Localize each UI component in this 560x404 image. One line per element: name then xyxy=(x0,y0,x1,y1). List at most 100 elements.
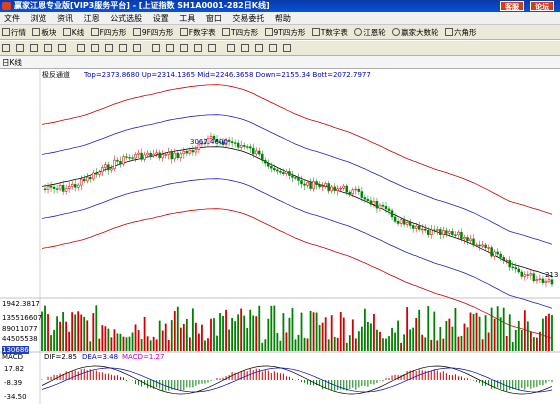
candle-body xyxy=(119,160,122,165)
square-icon xyxy=(264,28,273,36)
square-tool-icon[interactable] xyxy=(225,41,238,55)
circle-tool-icon[interactable] xyxy=(239,41,252,55)
candle-body xyxy=(330,186,333,192)
fib-tool-icon[interactable] xyxy=(103,41,116,55)
ray-tool-icon[interactable] xyxy=(42,41,55,55)
candle-body xyxy=(348,191,352,195)
volume-bar xyxy=(110,337,113,351)
delete-tool-icon[interactable] xyxy=(281,41,294,55)
hexagon-button[interactable]: 六角形 xyxy=(443,25,479,39)
candle-body xyxy=(402,219,406,225)
volume-bar xyxy=(354,338,357,351)
ellipse-tool-icon[interactable] xyxy=(75,41,88,55)
candle-body xyxy=(318,184,321,188)
volume-bar xyxy=(71,312,74,351)
zoom-out-tool-icon[interactable] xyxy=(164,41,177,55)
volume-bar xyxy=(216,335,218,351)
customer-service-button[interactable]: 客服 xyxy=(500,1,524,11)
volume-bar xyxy=(86,320,89,351)
menu-tools[interactable]: 工具 xyxy=(175,12,199,25)
f-square-button[interactable]: F四方形 xyxy=(89,25,129,39)
macd-dea: DEA=3.48 xyxy=(82,353,119,361)
big-number-wheel-button[interactable]: 赢家大数轮 xyxy=(390,25,441,39)
chart-area[interactable]: 10-30 01-27 02-25 03-25 04-27 05-25 06-22 07-19… xyxy=(0,69,560,404)
volume-bar xyxy=(415,318,418,351)
candle-body xyxy=(439,229,442,235)
candle-body xyxy=(131,157,134,159)
volume-bar xyxy=(282,313,285,351)
volume-bar xyxy=(161,330,164,351)
menu-trade[interactable]: 交易委托 xyxy=(228,12,268,25)
candle-body xyxy=(511,266,515,269)
candle-body xyxy=(306,182,309,186)
candle-body xyxy=(408,222,412,226)
volume-bar xyxy=(152,336,155,351)
menu-window[interactable]: 窗口 xyxy=(202,12,226,25)
menu-formula[interactable]: 公式选股 xyxy=(106,12,146,25)
volume-axis-3: 44505538 xyxy=(2,335,38,343)
candle-body xyxy=(297,177,300,181)
volume-bar xyxy=(222,315,224,351)
candle-body xyxy=(351,189,355,195)
t-square-button[interactable]: T四方形 xyxy=(220,25,260,39)
volume-bar xyxy=(460,335,463,351)
candle-body xyxy=(384,206,388,210)
quotes-button[interactable]: 行情 xyxy=(0,25,28,39)
volume-bar xyxy=(333,336,336,351)
candle-body xyxy=(107,164,110,171)
angle-tool-icon[interactable] xyxy=(206,41,219,55)
candle-body xyxy=(179,153,183,159)
volume-bar xyxy=(517,320,520,351)
arrow-tool-icon[interactable] xyxy=(0,41,13,55)
volume-bar xyxy=(330,315,333,351)
rect-tool-icon[interactable] xyxy=(56,41,69,55)
f-number-table-button[interactable]: F数字表 xyxy=(178,25,218,39)
menu-settings[interactable]: 设置 xyxy=(149,12,173,25)
menu-info[interactable]: 资讯 xyxy=(53,12,77,25)
square-icon xyxy=(90,28,99,36)
volume-bar xyxy=(321,322,324,351)
candle-body xyxy=(481,244,484,247)
gann-wheel-button[interactable]: 江恩轮 xyxy=(352,25,388,39)
text-tool-icon[interactable] xyxy=(117,41,130,55)
volume-bar xyxy=(502,307,505,351)
candle-body xyxy=(146,152,149,156)
menu-help[interactable]: 帮助 xyxy=(271,12,295,25)
volume-bar xyxy=(336,337,339,351)
cross-tool-icon[interactable] xyxy=(131,41,144,55)
candle-body xyxy=(472,238,475,246)
volume-bar xyxy=(508,314,511,351)
cycle-tool-icon[interactable] xyxy=(267,41,280,55)
candle-body xyxy=(167,152,170,155)
volume-bar xyxy=(210,318,212,351)
menu-file[interactable]: 文件 xyxy=(0,12,24,25)
menu-gann[interactable]: 江恩 xyxy=(80,12,104,25)
volume-bar xyxy=(225,309,227,351)
macd-name: MACD xyxy=(2,353,23,361)
menu-browse[interactable]: 浏览 xyxy=(27,12,51,25)
sector-button[interactable]: 板块 xyxy=(30,25,58,39)
volume-bar xyxy=(551,315,553,351)
candle-body xyxy=(70,184,74,187)
kline-button[interactable]: K线 xyxy=(61,25,86,39)
t-number-table-button[interactable]: T数字表 xyxy=(310,25,350,39)
candle-body xyxy=(484,244,487,248)
9t-square-button[interactable]: 9T四方形 xyxy=(263,25,308,39)
time-tool-icon[interactable] xyxy=(192,41,205,55)
channel-tool-icon[interactable] xyxy=(89,41,102,55)
grid-tool-icon[interactable] xyxy=(178,41,191,55)
candle-body xyxy=(345,185,349,193)
volume-bar xyxy=(348,335,351,351)
zoom-in-tool-icon[interactable] xyxy=(150,41,163,55)
volume-bar xyxy=(255,316,258,351)
indicator-values: Top=2373.8680 Up=2314.1365 Mid=2246.3658… xyxy=(84,71,371,79)
volume-bar xyxy=(412,327,415,351)
line-tool-icon[interactable] xyxy=(28,41,41,55)
volume-bar xyxy=(234,321,237,351)
9f-square-button[interactable]: 9F四方形 xyxy=(131,25,176,39)
select-tool-icon[interactable] xyxy=(14,41,27,55)
candle-body xyxy=(445,230,448,234)
price-tool-icon[interactable] xyxy=(253,41,266,55)
volume-bar xyxy=(68,331,71,351)
forum-button[interactable]: 论坛 xyxy=(530,1,554,11)
